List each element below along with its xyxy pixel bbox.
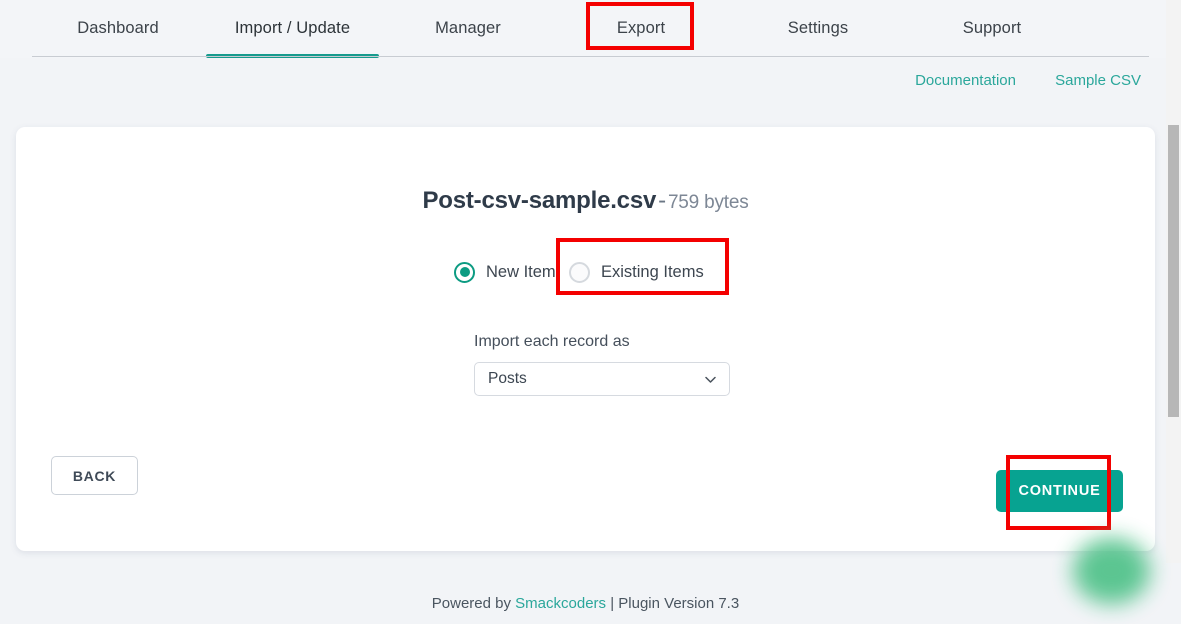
record-type-label: Import each record as: [474, 333, 630, 350]
tab-manager[interactable]: Manager: [395, 0, 541, 56]
tab-export[interactable]: Export: [586, 0, 696, 56]
record-type-select[interactable]: Posts: [474, 362, 730, 396]
tab-support[interactable]: Support: [918, 0, 1066, 56]
documentation-link[interactable]: Documentation: [915, 72, 1016, 89]
main-tab-bar: Dashboard Import / Update Manager Export…: [0, 0, 1181, 58]
tab-dashboard[interactable]: Dashboard: [44, 0, 192, 56]
footer-suffix: | Plugin Version 7.3: [606, 595, 740, 612]
uploaded-file-heading: Post-csv-sample.csv- 759 bytes: [16, 187, 1155, 215]
file-size: 759 bytes: [667, 192, 749, 213]
page-scrollbar-thumb[interactable]: [1168, 125, 1179, 417]
radio-unselected-icon[interactable]: [569, 261, 590, 283]
import-mode-radio-group: New Item Existing Items: [16, 252, 1155, 292]
page-scrollbar-track[interactable]: [1166, 0, 1181, 563]
top-links-row: Documentation Sample CSV: [0, 72, 1149, 110]
radio-label-existing-items: Existing Items: [601, 262, 704, 281]
radio-option-new-item[interactable]: New Item: [454, 252, 556, 292]
footer-brand-link[interactable]: Smackcoders: [515, 595, 606, 612]
radio-label-new-item: New Item: [486, 262, 556, 281]
tab-import-update[interactable]: Import / Update: [206, 0, 379, 56]
radio-option-existing-items[interactable]: Existing Items: [569, 252, 704, 292]
back-button[interactable]: BACK: [51, 456, 138, 495]
file-separator: -: [658, 187, 666, 214]
radio-selected-icon[interactable]: [454, 261, 475, 283]
chevron-down-icon: [703, 372, 718, 387]
record-type-selected-value: Posts: [488, 370, 527, 387]
footer-prefix: Powered by: [431, 595, 516, 612]
sample-csv-link[interactable]: Sample CSV: [1055, 72, 1141, 89]
tab-settings[interactable]: Settings: [744, 0, 892, 56]
radio-inner-dot: [459, 267, 470, 277]
tab-bar-divider: [32, 56, 1149, 57]
continue-button[interactable]: CONTINUE: [996, 470, 1123, 512]
import-step-card: Post-csv-sample.csv- 759 bytes New Item E…: [16, 127, 1155, 551]
page-footer: Powered by Smackcoders | Plugin Version …: [0, 595, 1171, 612]
file-name: Post-csv-sample.csv: [422, 187, 657, 214]
